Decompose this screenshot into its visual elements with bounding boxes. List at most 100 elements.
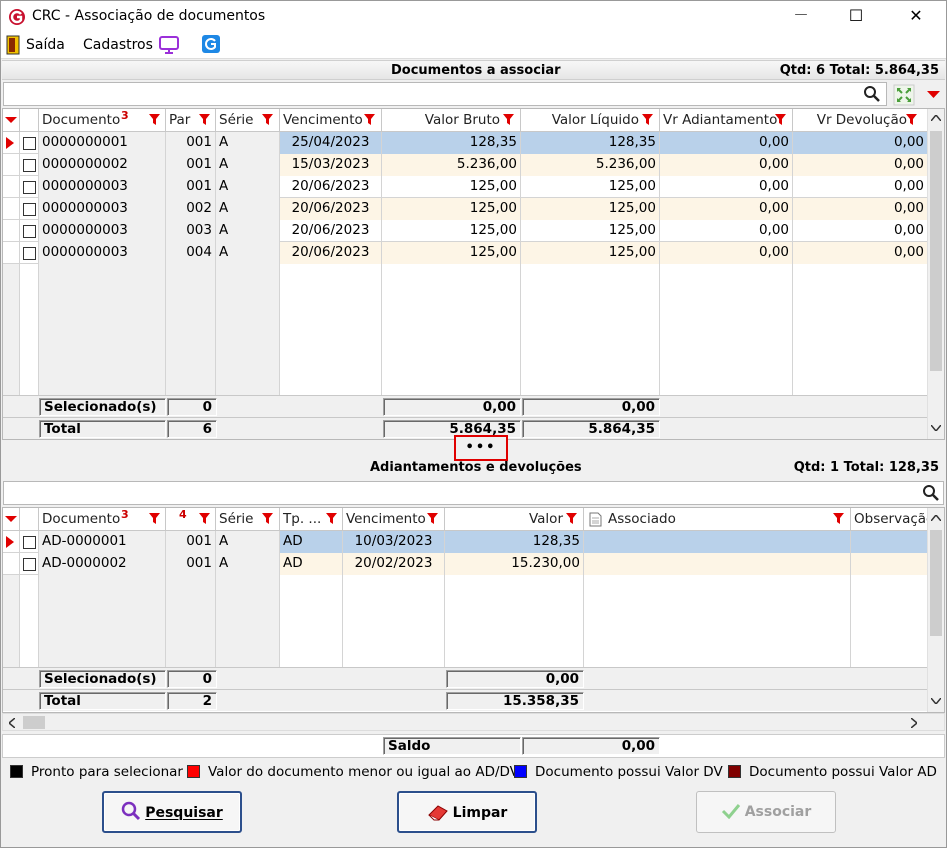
search-icon[interactable]	[863, 85, 881, 103]
filter-icon[interactable]	[503, 114, 514, 125]
col-label: Documento	[42, 511, 121, 527]
filter-icon[interactable]	[775, 114, 786, 125]
filter-arrow-icon[interactable]	[5, 117, 17, 124]
table-row[interactable]: 0000000002 001 A 15/03/2023 5.236,00 5.236,00…	[3, 154, 928, 176]
scroll-right-icon[interactable]	[911, 718, 917, 728]
scroll-down-icon[interactable]	[931, 425, 941, 431]
row-checkbox[interactable]	[23, 536, 36, 549]
filter-icon[interactable]	[262, 114, 273, 125]
column-divider	[279, 575, 280, 667]
exit-door-icon	[6, 35, 20, 55]
dropdown-arrow-icon[interactable]	[927, 91, 940, 99]
cell-valor-bruto: 125,00	[382, 242, 521, 264]
checkbox-header	[20, 109, 39, 132]
scroll-up-icon[interactable]	[931, 515, 941, 521]
current-row-arrow-icon	[6, 536, 14, 548]
scroll-thumb[interactable]	[930, 131, 942, 371]
cell-serie: A	[216, 531, 280, 553]
legend-label: Pronto para selecionar	[31, 764, 183, 780]
bottom-vertical-scrollbar[interactable]	[927, 508, 944, 712]
table-row[interactable]: 0000000003 004 A 20/06/2023 125,00 125,00 0,00…	[3, 242, 928, 264]
cell-documento: AD-0000002	[39, 553, 166, 575]
col-observacao[interactable]: Observação	[851, 508, 928, 531]
cell-vr-devolucao: 0,00	[793, 220, 928, 242]
associar-button[interactable]: Associar	[696, 791, 836, 833]
scroll-up-icon[interactable]	[931, 115, 941, 121]
pesquisar-button[interactable]: Pesquisar	[102, 791, 242, 833]
search-icon[interactable]	[922, 484, 940, 502]
scroll-thumb[interactable]	[23, 716, 45, 729]
column-divider	[19, 575, 20, 667]
bottom-search-input[interactable]	[3, 481, 944, 505]
filter-icon[interactable]	[149, 114, 160, 125]
table-row[interactable]: AD-0000001 001 A AD 10/03/2023 128,35	[3, 531, 928, 553]
associar-label: Associar	[744, 804, 812, 820]
col-valor-liquido[interactable]: Valor Líquido	[521, 109, 660, 132]
scroll-left-icon[interactable]	[9, 718, 15, 728]
filter-icon[interactable]	[566, 513, 577, 524]
current-row-arrow-icon	[6, 137, 14, 149]
filter-icon[interactable]	[427, 513, 438, 524]
filter-arrow-icon[interactable]	[5, 516, 17, 523]
g-app-icon[interactable]	[201, 34, 221, 54]
bottom-selecionados-row: Selecionado(s) 0 0,00	[3, 667, 928, 689]
menu-cadastros[interactable]: Cadastros	[83, 37, 153, 53]
column-divider	[583, 575, 584, 667]
row-checkbox[interactable]	[23, 247, 36, 260]
row-checkbox[interactable]	[23, 203, 36, 216]
bottom-horizontal-scrollbar[interactable]	[2, 713, 945, 731]
cell-serie: A	[216, 242, 280, 264]
close-button[interactable]: ✕	[906, 6, 926, 25]
scroll-down-icon[interactable]	[931, 698, 941, 704]
filter-icon[interactable]	[262, 513, 273, 524]
limpar-label: Limpar	[452, 805, 508, 821]
filter-icon[interactable]	[906, 114, 917, 125]
menu-saida[interactable]: Saída	[26, 37, 65, 53]
monitor-icon[interactable]	[159, 35, 181, 55]
col-label: Valor Bruto	[424, 112, 500, 128]
search-icon	[121, 801, 141, 821]
cell-vr-devolucao: 0,00	[793, 176, 928, 198]
cell-vr-devolucao: 0,00	[793, 198, 928, 220]
filter-icon[interactable]	[642, 114, 653, 125]
col-valor[interactable]: Valor	[445, 508, 584, 531]
filter-icon[interactable]	[149, 513, 160, 524]
col-vr-adiantamento[interactable]: Vr Adiantamento	[660, 109, 793, 132]
table-row[interactable]: 0000000003 003 A 20/06/2023 125,00 125,00 0,00…	[3, 220, 928, 242]
col-documento[interactable]: Documento	[39, 109, 166, 132]
row-checkbox[interactable]	[23, 137, 36, 150]
filter-icon[interactable]	[364, 114, 375, 125]
cell-serie: A	[216, 220, 280, 242]
cell-documento: 0000000002	[39, 154, 166, 176]
limpar-button[interactable]: Limpar	[397, 791, 537, 833]
table-row[interactable]: 0000000001 001 A 25/04/2023 128,35 128,35 0,00…	[3, 132, 928, 154]
filter-icon[interactable]	[326, 513, 337, 524]
gray-column-fill	[216, 264, 279, 395]
row-checkbox[interactable]	[23, 558, 36, 571]
col-valor-bruto[interactable]: Valor Bruto	[382, 109, 521, 132]
table-row[interactable]: 0000000003 002 A 20/06/2023 125,00 125,00 0,00…	[3, 198, 928, 220]
minimize-button[interactable]: —	[791, 7, 811, 22]
row-checkbox-cell	[20, 154, 39, 176]
maximize-button[interactable]: ☐	[846, 6, 866, 25]
cell-serie: A	[216, 198, 280, 220]
filter-icon[interactable]	[833, 513, 844, 524]
top-vertical-scrollbar[interactable]	[927, 109, 944, 439]
top-search-input[interactable]	[3, 82, 887, 106]
cell-observacao	[851, 531, 928, 553]
filter-icon[interactable]	[199, 114, 210, 125]
row-checkbox[interactable]	[23, 225, 36, 238]
cell-valor-liquido: 5.236,00	[521, 154, 660, 176]
col-associado[interactable]: Associado	[584, 508, 851, 531]
expand-icon[interactable]	[893, 84, 915, 106]
table-row[interactable]: AD-0000002 001 A AD 20/02/2023 15.230,00	[3, 553, 928, 575]
table-row[interactable]: 0000000003 001 A 20/06/2023 125,00 125,00 0,00…	[3, 176, 928, 198]
row-checkbox[interactable]	[23, 181, 36, 194]
cell-serie: A	[216, 553, 280, 575]
bottom-section-summary: Qtd: 1 Total: 128,35	[793, 460, 939, 475]
filter-icon[interactable]	[199, 513, 210, 524]
scroll-thumb[interactable]	[930, 530, 942, 636]
total-valor: 15.358,35	[446, 692, 584, 710]
col-documento[interactable]: Documento	[39, 508, 166, 531]
row-checkbox[interactable]	[23, 159, 36, 172]
